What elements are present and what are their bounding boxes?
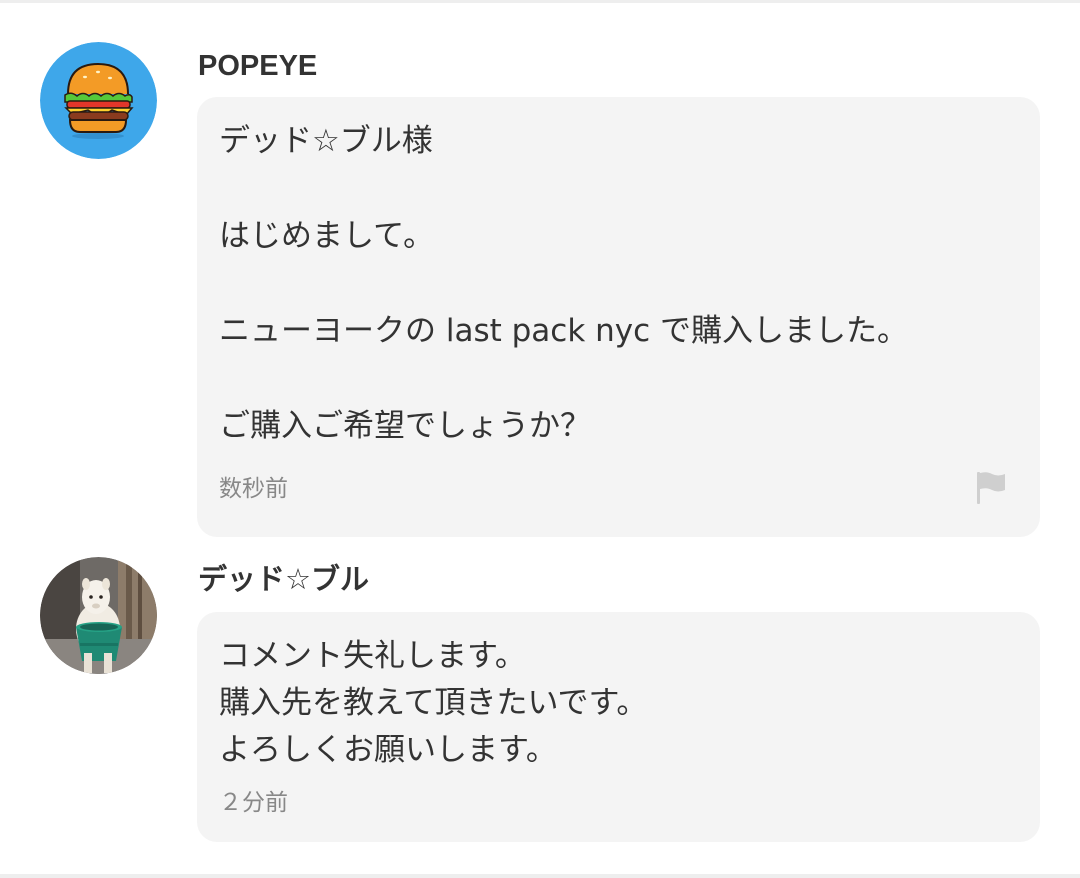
- user-avatar[interactable]: [40, 42, 157, 159]
- flag-icon[interactable]: [976, 471, 1006, 505]
- bottom-divider: [0, 874, 1080, 878]
- timestamp: 数秒前: [219, 476, 288, 502]
- message-line: はじめまして。: [219, 218, 435, 254]
- comment-bubble: デッド☆ブル様 はじめまして。 ニューヨークの last pack nyc で購…: [197, 97, 1040, 537]
- alpaca-photo: [40, 557, 157, 674]
- message-line: コメント失礼します。: [219, 638, 526, 674]
- message-line: よろしくお願いします。: [219, 732, 557, 768]
- hamburger-icon: [40, 42, 157, 159]
- timestamp: ２分前: [219, 790, 288, 816]
- comment-bubble: コメント失礼します。 購入先を教えて頂きたいです。 よろしくお願いします。 ２分…: [197, 612, 1040, 842]
- message-line: ニューヨークの last pack nyc で購入しました。: [219, 313, 909, 349]
- message-line: デッド☆ブル様: [219, 123, 433, 159]
- username[interactable]: デッド☆ブル: [198, 563, 369, 597]
- message-line: 購入先を教えて頂きたいです。: [219, 685, 648, 721]
- message-line: ご購入ご希望でしょうか？: [219, 408, 591, 444]
- top-divider: [0, 0, 1080, 3]
- user-avatar[interactable]: [40, 557, 157, 674]
- username[interactable]: POPEYE: [198, 49, 317, 83]
